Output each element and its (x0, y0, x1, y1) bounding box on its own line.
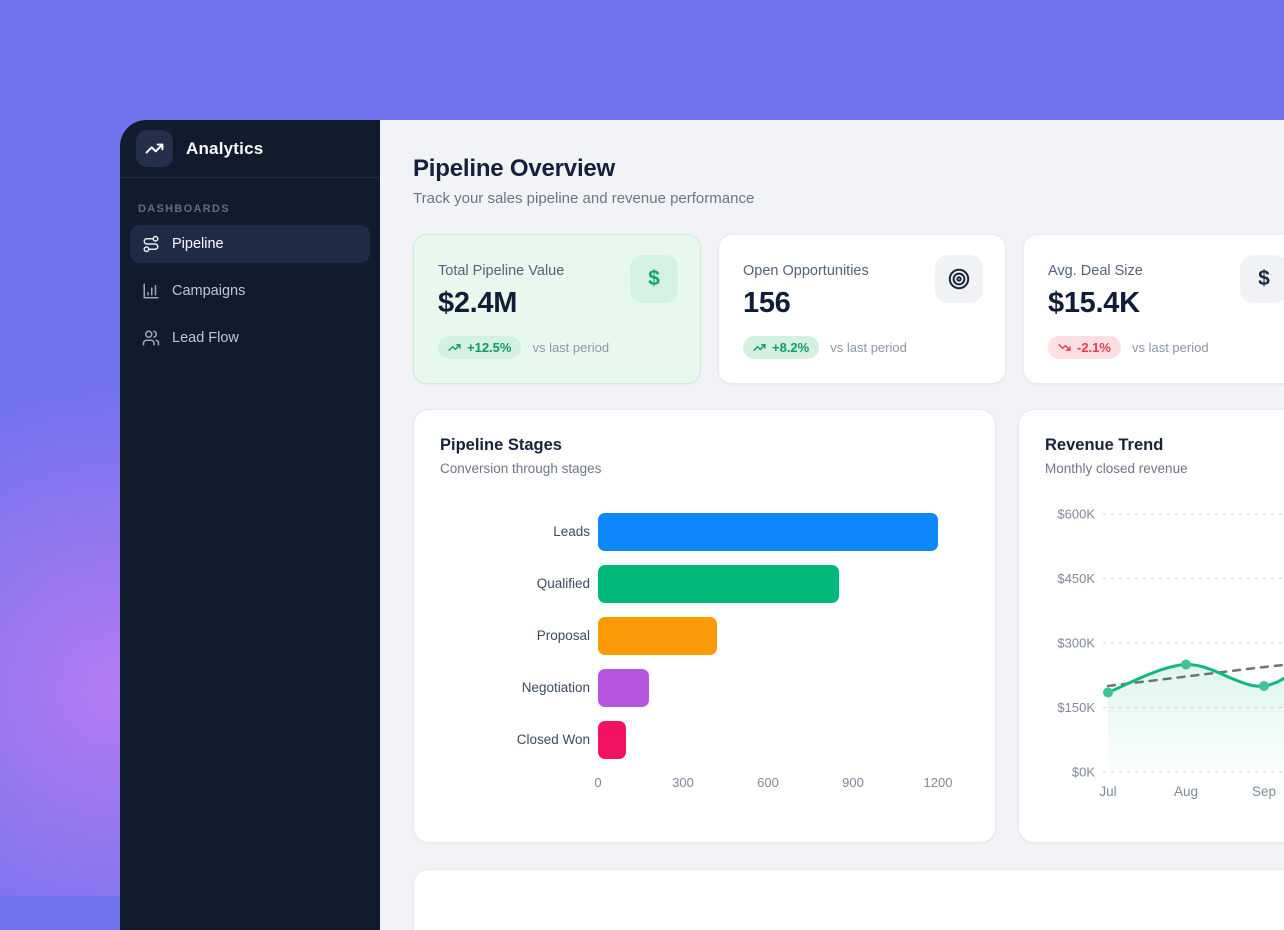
bar (598, 565, 839, 603)
sidebar-item-label: Lead Flow (172, 330, 239, 346)
x-axis-tick: Sep (1252, 784, 1276, 799)
bar-category-label: Qualified (440, 576, 590, 593)
delta-badge: +8.2% (743, 336, 819, 359)
sidebar-item-lead-flow[interactable]: Lead Flow (130, 319, 370, 357)
y-axis-tick: $300K (1057, 636, 1095, 651)
kpi-suffix: vs last period (532, 340, 609, 355)
sidebar-item-campaigns[interactable]: Campaigns (130, 272, 370, 310)
x-axis-tick: 300 (672, 775, 694, 790)
app-title: Analytics (186, 139, 263, 159)
target-icon (935, 255, 983, 303)
app-logo (136, 130, 173, 167)
x-axis-tick: 0 (594, 775, 601, 790)
page-subtitle: Track your sales pipeline and revenue pe… (413, 190, 1284, 207)
kpi-suffix: vs last period (830, 340, 907, 355)
trending-up-icon (753, 341, 766, 354)
bar (598, 513, 938, 551)
kpi-card-open-opportunities: Open Opportunities 156 +8.2% vs last per… (718, 234, 1006, 384)
bar-row-negotiation: Negotiation (440, 669, 969, 707)
data-point (1103, 687, 1113, 697)
kpi-row: $ Total Pipeline Value $2.4M +12.5% vs l… (413, 234, 1284, 384)
sidebar-item-pipeline[interactable]: Pipeline (130, 225, 370, 263)
delta-badge: +12.5% (438, 336, 521, 359)
x-axis-tick: 900 (842, 775, 864, 790)
bar-row-proposal: Proposal (440, 617, 969, 655)
app-window: Analytics DASHBOARDS Pipeline Campaigns Le… (120, 120, 1284, 930)
charts-row: Pipeline Stages Conversion through stage… (413, 409, 1284, 843)
sidebar-item-label: Campaigns (172, 283, 245, 299)
sidebar-nav: Pipeline Campaigns Lead Flow (120, 225, 380, 357)
chart-subtitle: Conversion through stages (440, 461, 969, 476)
chart-title: Pipeline Stages (440, 436, 969, 455)
route-icon (142, 235, 160, 253)
bar-category-label: Closed Won (440, 732, 590, 749)
bar-row-leads: Leads (440, 513, 969, 551)
y-axis-tick: $450K (1057, 571, 1095, 586)
kpi-card-avg-deal-size: $ Avg. Deal Size $15.4K -2.1% vs last pe… (1023, 234, 1284, 384)
bar-category-label: Negotiation (440, 680, 590, 697)
kpi-suffix: vs last period (1132, 340, 1209, 355)
x-axis-tick: Aug (1174, 784, 1198, 799)
y-axis-tick: $150K (1057, 700, 1095, 715)
delta-value: +8.2% (772, 340, 809, 355)
sidebar-section-label: DASHBOARDS (138, 203, 362, 215)
chart-title: Revenue Trend (1045, 436, 1284, 455)
kpi-card-total-pipeline-value: $ Total Pipeline Value $2.4M +12.5% vs l… (413, 234, 701, 384)
revenue-trend-card: Revenue Trend Monthly closed revenue $60… (1018, 409, 1284, 843)
x-axis-tick: 600 (757, 775, 779, 790)
delta-badge: -2.1% (1048, 336, 1121, 359)
trending-up-icon (145, 139, 164, 158)
y-axis-tick: $600K (1057, 507, 1095, 522)
data-point (1259, 681, 1269, 691)
dollar-icon: $ (630, 255, 678, 303)
pipeline-stages-card: Pipeline Stages Conversion through stage… (413, 409, 996, 843)
bar-row-closed-won: Closed Won (440, 721, 969, 759)
x-axis-tick: 1200 (924, 775, 953, 790)
dollar-icon: $ (1240, 255, 1284, 303)
bar-chart: Leads Qualified Proposal Negotiation Closed … (440, 513, 969, 793)
bar-chart-x-axis: 03006009001200 (598, 775, 969, 793)
revenue-line-chart-svg: $600K $450K $300K $150K $0K Jul Aug Sep (1045, 500, 1284, 810)
sidebar-item-label: Pipeline (172, 236, 224, 252)
data-point (1181, 660, 1191, 670)
users-icon (142, 329, 160, 347)
bar-category-label: Leads (440, 524, 590, 541)
delta-value: -2.1% (1077, 340, 1111, 355)
sidebar-header: Analytics (120, 120, 380, 178)
bar-category-label: Proposal (440, 628, 590, 645)
delta-value: +12.5% (467, 340, 511, 355)
chart-subtitle: Monthly closed revenue (1045, 461, 1284, 476)
sidebar: Analytics DASHBOARDS Pipeline Campaigns Le… (120, 120, 380, 930)
x-axis-tick: Jul (1099, 784, 1116, 799)
bar (598, 721, 626, 759)
bottom-card (413, 869, 1284, 930)
bar (598, 669, 649, 707)
main-content: Pipeline Overview Track your sales pipel… (380, 120, 1284, 930)
y-axis-tick: $0K (1072, 765, 1095, 780)
bar (598, 617, 717, 655)
bar-row-qualified: Qualified (440, 565, 969, 603)
trending-down-icon (1058, 341, 1071, 354)
page-title: Pipeline Overview (413, 155, 1284, 183)
trending-up-icon (448, 341, 461, 354)
line-chart: $600K $450K $300K $150K $0K Jul Aug Sep (1045, 500, 1284, 815)
bar-chart-icon (142, 282, 160, 300)
